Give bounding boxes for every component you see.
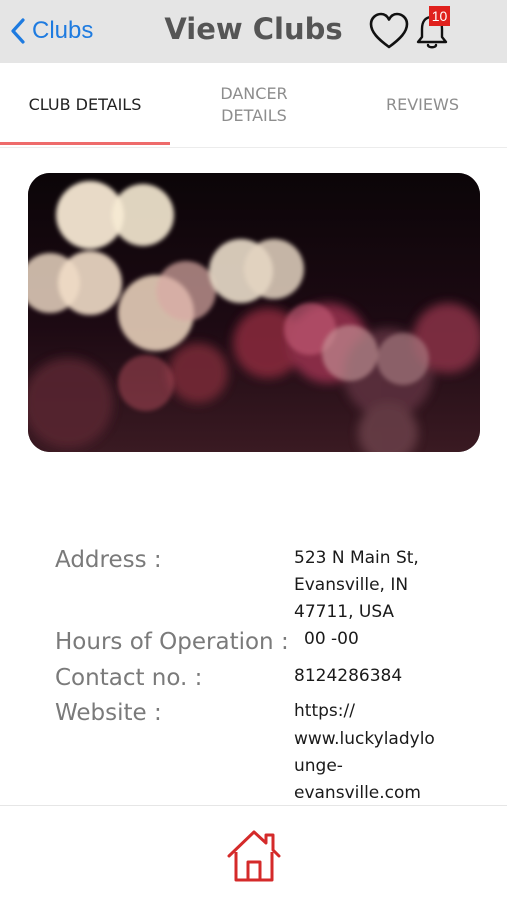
favorite-button[interactable]: [368, 11, 410, 51]
tab-club-details[interactable]: CLUB DETAILS: [0, 63, 170, 147]
bottom-bar: [0, 805, 507, 901]
home-button[interactable]: [225, 828, 283, 884]
club-photo: [28, 173, 480, 452]
chevron-left-icon: [11, 18, 25, 44]
address-line: Evansville, IN: [294, 575, 409, 595]
back-label: Clubs: [32, 17, 94, 44]
active-tab-indicator: [0, 142, 170, 145]
website-line[interactable]: https://: [294, 698, 355, 725]
contact-value[interactable]: 8124286384: [294, 663, 402, 690]
tab-bar: CLUB DETAILS DANCER DETAILS REVIEWS: [0, 63, 507, 148]
tab-reviews[interactable]: REVIEWS: [338, 63, 507, 147]
contact-label: Contact no. :: [55, 665, 203, 691]
address-label: Address :: [55, 547, 162, 573]
website-line[interactable]: unge-: [294, 753, 343, 780]
website-line[interactable]: www.luckyladylo: [294, 726, 435, 753]
website-line[interactable]: evansville.com: [294, 780, 421, 807]
address-line: 47711, USA: [294, 602, 395, 622]
home-icon: [227, 830, 281, 882]
hours-value: 00 -00: [304, 629, 359, 649]
tab-dancer-details-label: DANCER DETAILS: [220, 84, 288, 125]
notification-badge: 10: [429, 6, 450, 26]
back-button[interactable]: Clubs: [10, 14, 93, 48]
navigation-bar: Clubs View Clubs 10: [0, 0, 507, 63]
heart-icon: [369, 12, 409, 49]
hours-label: Hours of Operation :: [55, 629, 289, 655]
address-line: 523 N Main St,: [294, 548, 419, 568]
website-label: Website :: [55, 700, 162, 726]
tab-dancer-details[interactable]: DANCER DETAILS: [170, 63, 338, 147]
